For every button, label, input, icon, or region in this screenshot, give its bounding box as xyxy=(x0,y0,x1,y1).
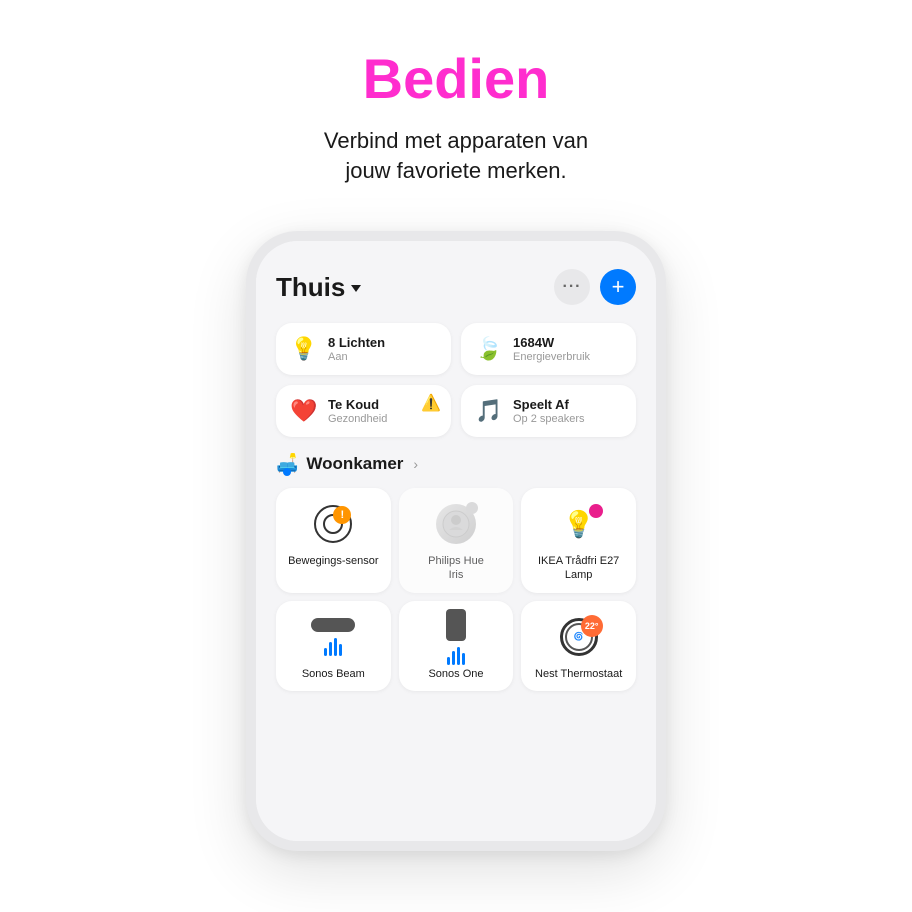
sonos-beam-icon-area xyxy=(309,613,357,661)
stat-info-health: Te Koud Gezondheid xyxy=(328,397,387,425)
page-subtitle: Verbind met apparaten van jouw favoriete… xyxy=(324,126,588,188)
nest-label: Nest Thermostaat xyxy=(535,667,622,681)
device-hue-iris[interactable]: Philips HueIris xyxy=(399,488,514,593)
sonos-beam-content xyxy=(311,618,355,656)
health-icon: ❤️ xyxy=(290,398,318,424)
music-title: Speelt Af xyxy=(513,397,585,412)
motion-sensor-label: Bewegings-sensor xyxy=(288,554,379,568)
music-sub: Op 2 speakers xyxy=(513,413,585,425)
bar-3 xyxy=(457,647,460,665)
sonos-beam-shape xyxy=(311,618,355,632)
room-section-header: 🛋️ Woonkamer › xyxy=(276,453,636,474)
chevron-down-icon xyxy=(351,285,361,292)
devices-grid: ! Bewegings-sensor xyxy=(276,488,636,691)
energy-title: 1684W xyxy=(513,335,590,350)
motion-sensor-icon-area: ! xyxy=(309,500,357,548)
bar-3 xyxy=(334,638,337,656)
home-title-area[interactable]: Thuis xyxy=(276,272,361,303)
motion-warning-badge: ! xyxy=(333,506,351,524)
room-active-dot xyxy=(283,468,291,476)
energy-sub: Energieverbruik xyxy=(513,351,590,363)
device-nest[interactable]: 🌀 22° Nest Thermostaat xyxy=(521,601,636,691)
device-ikea-lamp[interactable]: 💡 IKEA Trådfri E27 Lamp xyxy=(521,488,636,593)
header-buttons: ··· + xyxy=(554,269,636,305)
app-header: Thuis ··· + xyxy=(276,269,636,305)
bar-4 xyxy=(462,653,465,665)
nest-badge: 22° xyxy=(581,615,603,637)
stat-info-lights: 8 Lichten Aan xyxy=(328,335,385,363)
sonos-one-shape xyxy=(446,609,466,641)
device-sonos-one[interactable]: Sonos One xyxy=(399,601,514,691)
stat-card-music[interactable]: 🎵 Speelt Af Op 2 speakers xyxy=(461,385,636,437)
hue-iris-label: Philips HueIris xyxy=(428,554,484,583)
sonos-beam-label: Sonos Beam xyxy=(302,667,365,681)
page-header: Bedien Verbind met apparaten van jouw fa… xyxy=(304,0,608,211)
music-icon: 🎵 xyxy=(475,398,503,424)
sonos-one-icon-area xyxy=(432,613,480,661)
phone-screen: Thuis ··· + xyxy=(256,241,656,841)
nest-temperature-badge: 22° xyxy=(581,615,603,637)
color-indicator-dot xyxy=(589,504,603,518)
hue-iris-status-dot xyxy=(466,502,478,514)
nest-icon-area: 🌀 22° xyxy=(555,613,603,661)
more-dots-icon: ··· xyxy=(563,278,582,296)
stat-card-energy[interactable]: 🍃 1684W Energieverbruik xyxy=(461,323,636,375)
stat-info-energy: 1684W Energieverbruik xyxy=(513,335,590,363)
home-label: Thuis xyxy=(276,272,345,303)
room-icon-wrap: 🛋️ xyxy=(276,453,298,474)
bar-4 xyxy=(339,644,342,656)
add-button[interactable]: + xyxy=(600,269,636,305)
phone-frame: Thuis ··· + xyxy=(246,231,666,851)
health-sub: Gezondheid xyxy=(328,413,387,425)
stat-card-lights[interactable]: 💡 8 Lichten Aan xyxy=(276,323,451,375)
bar-1 xyxy=(324,648,327,656)
sonos-one-content xyxy=(446,609,466,665)
hue-iris-svg xyxy=(442,510,470,538)
energy-icon: 🍃 xyxy=(475,336,503,362)
room-name[interactable]: Woonkamer xyxy=(306,454,403,474)
bar-1 xyxy=(447,657,450,665)
stat-info-music: Speelt Af Op 2 speakers xyxy=(513,397,585,425)
sonos-beam-bars xyxy=(324,636,342,656)
phone-mockup: Thuis ··· + xyxy=(246,231,666,851)
device-motion-sensor[interactable]: ! Bewegings-sensor xyxy=(276,488,391,593)
page-title: Bedien xyxy=(324,48,588,110)
stats-grid: 💡 8 Lichten Aan 🍃 1684W Energieverbruik xyxy=(276,323,636,437)
health-title: Te Koud xyxy=(328,397,387,412)
warning-icon: ! xyxy=(333,506,351,524)
ikea-lamp-icon-area: 💡 xyxy=(555,500,603,548)
warning-badge: ⚠️ xyxy=(421,393,441,413)
bar-2 xyxy=(452,651,455,665)
sonos-one-bars xyxy=(447,645,465,665)
light-icon: 💡 xyxy=(290,336,318,362)
sonos-one-label: Sonos One xyxy=(428,667,483,681)
stat-card-health[interactable]: ❤️ Te Koud Gezondheid ⚠️ xyxy=(276,385,451,437)
app-content: Thuis ··· + xyxy=(256,241,656,707)
add-icon: + xyxy=(612,276,625,298)
bar-2 xyxy=(329,642,332,656)
room-chevron-icon: › xyxy=(413,456,418,472)
more-button[interactable]: ··· xyxy=(554,269,590,305)
device-sonos-beam[interactable]: Sonos Beam xyxy=(276,601,391,691)
ikea-lamp-label: IKEA Trådfri E27 Lamp xyxy=(531,554,626,583)
lights-title: 8 Lichten xyxy=(328,335,385,350)
hue-iris-icon-area xyxy=(432,500,480,548)
lights-sub: Aan xyxy=(328,351,385,363)
